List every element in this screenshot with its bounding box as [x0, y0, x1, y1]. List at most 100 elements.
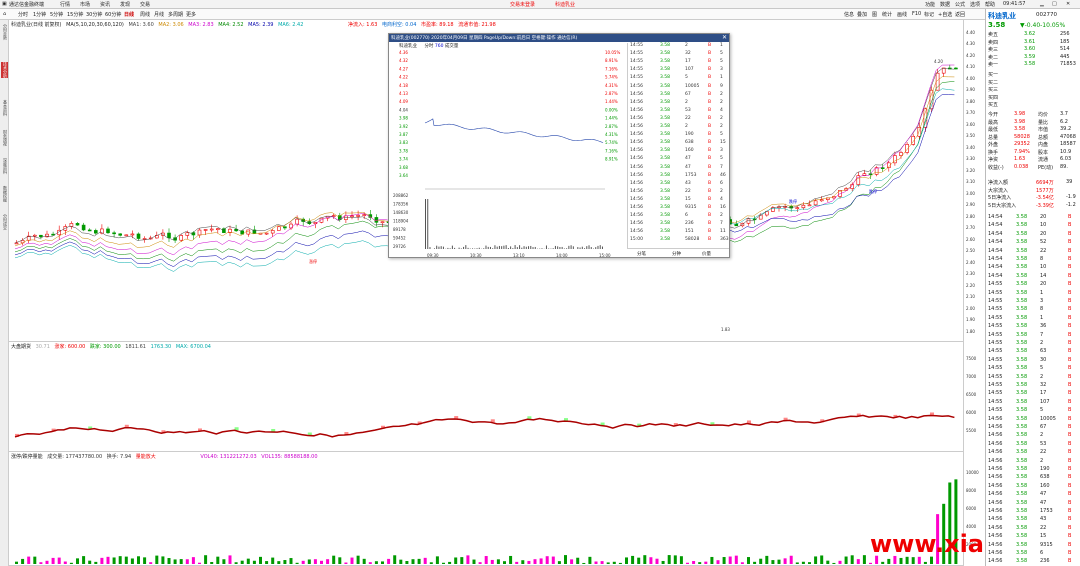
tick-row: 14:56 3.58 160 B: [988, 483, 1080, 490]
volume-bar: [911, 557, 915, 564]
menu-data[interactable]: 数据: [940, 1, 950, 8]
tick-side: B: [1068, 398, 1072, 405]
period-tab-15min[interactable]: 15分钟: [67, 11, 83, 18]
indicator2-panel[interactable]: 涨停/跌停量能 成交量: 177437780.00 换手: 7.94 量能放大 …: [9, 452, 985, 566]
menu-help[interactable]: 帮助: [985, 1, 995, 8]
tick-time: 14:55: [988, 390, 1003, 397]
tick-price: 3.58: [1016, 390, 1028, 397]
volume-bar: [191, 557, 195, 564]
period-tab-daily[interactable]: 日线: [124, 11, 134, 18]
intraday-popup[interactable]: 科迪乳业(002770) 2020年04月09日 星期四 PageUp/Down…: [388, 33, 730, 258]
popup-tick-row: 14:56 3.58 15 B 4: [630, 197, 723, 204]
menu-trade[interactable]: 交易: [140, 1, 150, 8]
axis-tick: 4.40: [966, 30, 975, 35]
popup-tick-cell: 2: [685, 43, 688, 48]
candle-body: [118, 233, 122, 236]
volume-bar: [551, 556, 555, 564]
menu-discover[interactable]: 发现: [120, 1, 130, 8]
tick-row: 14:55 3.58 36 B: [988, 323, 1080, 330]
ask-price: 3.58: [1024, 61, 1036, 67]
tick-time: 14:56: [988, 440, 1003, 447]
toolbar-draw[interactable]: 画线: [897, 11, 907, 18]
popup-close-icon[interactable]: ✕: [722, 34, 727, 41]
period-tab-multi[interactable]: 多周期: [168, 11, 183, 18]
popup-tick-cell: B: [708, 124, 712, 129]
tick-volume: 22: [1040, 449, 1047, 456]
sidebar-deep[interactable]: 深度资料: [1, 158, 8, 174]
volume-bar: [216, 556, 220, 564]
sidebar-intraday[interactable]: 分时走势: [1, 24, 8, 40]
period-tab-monthly[interactable]: 月线: [154, 11, 164, 18]
menu-formula[interactable]: 公式: [955, 1, 965, 8]
toolbar-back[interactable]: 返回: [955, 11, 965, 18]
sidebar-finance[interactable]: 财务透视: [1, 130, 8, 146]
popup-vol-bar: [559, 247, 561, 249]
menu-options[interactable]: 选项: [970, 1, 980, 8]
popup-tick-cell: 2: [720, 91, 723, 97]
toolbar-f10[interactable]: F10: [912, 11, 921, 17]
sidebar-technical[interactable]: 技术分析: [1, 62, 8, 78]
tick-time: 14:55: [988, 340, 1003, 346]
popup-vol-bar: [577, 247, 579, 249]
popup-tab-pricevol[interactable]: 价量: [702, 251, 711, 257]
toolbar-info[interactable]: 信息: [844, 11, 854, 18]
sidebar-mining[interactable]: 数据挖掘: [1, 186, 8, 202]
toolbar-add-watchlist[interactable]: +自选: [938, 11, 952, 18]
period-tab-intraday[interactable]: 分时: [18, 11, 28, 18]
period-tab-weekly[interactable]: 周线: [140, 11, 150, 18]
ask-row: 卖三 3.60 514: [988, 46, 1080, 53]
indicator1-chart[interactable]: [9, 350, 963, 452]
volume-bar: [442, 562, 445, 564]
period-tab-5min[interactable]: 5分钟: [50, 11, 63, 18]
period-tab-60min[interactable]: 60分钟: [105, 11, 121, 18]
tick-side: B: [1068, 415, 1072, 422]
axis-tick: 10000: [966, 470, 979, 475]
popup-tick-cell: B: [708, 180, 712, 186]
maximize-icon[interactable]: □: [1052, 1, 1057, 7]
menu-news[interactable]: 资讯: [100, 1, 110, 8]
indicator2-chart[interactable]: [9, 460, 963, 566]
candle-body: [179, 235, 183, 241]
tick-price: 3.58: [1016, 382, 1028, 388]
popup-intraday-chart[interactable]: 4.36 4.32 4.27 4.22 4.18 4.13 4.09 4.04 3.98 3.92…: [389, 49, 627, 259]
menu-quotes[interactable]: 行情: [60, 1, 70, 8]
stat-value-2: 3.7: [1060, 111, 1068, 117]
popup-vol-bar: [523, 246, 525, 249]
tick-price: 3.58: [1016, 508, 1028, 514]
volume-bar: [399, 559, 403, 564]
tick-volume: 3: [1040, 298, 1044, 304]
ind1-axis: 7500 7000 6500 6000 5500: [963, 342, 985, 452]
trade-login-status[interactable]: 交易未登录: [510, 1, 535, 8]
popup-tick-list[interactable]: 14:55 3.58 2 B 1 14:55 3.58 32 B 5 14:55 3.58 17 B 5 14…: [627, 43, 729, 248]
popup-tick-cell: 3.58: [660, 75, 671, 81]
menu-function[interactable]: 功能: [925, 1, 935, 8]
toolbar-mark[interactable]: 标记: [924, 11, 934, 18]
period-tab-1min[interactable]: 1分钟: [33, 11, 46, 18]
home-icon[interactable]: ⌂: [3, 11, 6, 17]
popup-tick-cell: 14:56: [630, 180, 643, 186]
period-tab-more[interactable]: 更多: [186, 11, 196, 18]
candle-body: [75, 223, 80, 226]
period-tab-30min[interactable]: 30分钟: [86, 11, 102, 18]
popup-tab-ticks[interactable]: 分笔: [637, 251, 646, 257]
candle-body: [795, 207, 800, 209]
sidebar-deals[interactable]: 分时成交: [1, 214, 8, 230]
toolbar-overlay[interactable]: 叠加: [857, 11, 867, 18]
indicator1-panel[interactable]: 大盘期货 30.71 涨家: 600.00 跌家: 300.00 1811.61…: [9, 342, 985, 452]
minimize-icon[interactable]: ▁: [1040, 1, 1044, 7]
tick-row: 14:56 3.58 236 B: [988, 558, 1080, 565]
toolbar-chart[interactable]: 图: [872, 11, 877, 18]
popup-vol-bar: [425, 199, 426, 249]
volume-bar: [271, 557, 275, 564]
popup-tab-minutes[interactable]: 分钟: [672, 251, 681, 257]
sidebar-basic[interactable]: 基本资料: [1, 100, 8, 116]
volume-bar: [698, 562, 702, 564]
tick-time: 14:56: [988, 457, 1003, 464]
toolbar-stats[interactable]: 统计: [882, 11, 892, 18]
popup-tick-cell: 7: [720, 164, 723, 170]
menu-market[interactable]: 市场: [80, 1, 90, 8]
popup-tick-cell: 3.58: [660, 107, 671, 113]
close-icon[interactable]: ✕: [1066, 1, 1070, 7]
volume-bar: [466, 555, 470, 564]
volume-bar: [63, 561, 67, 564]
